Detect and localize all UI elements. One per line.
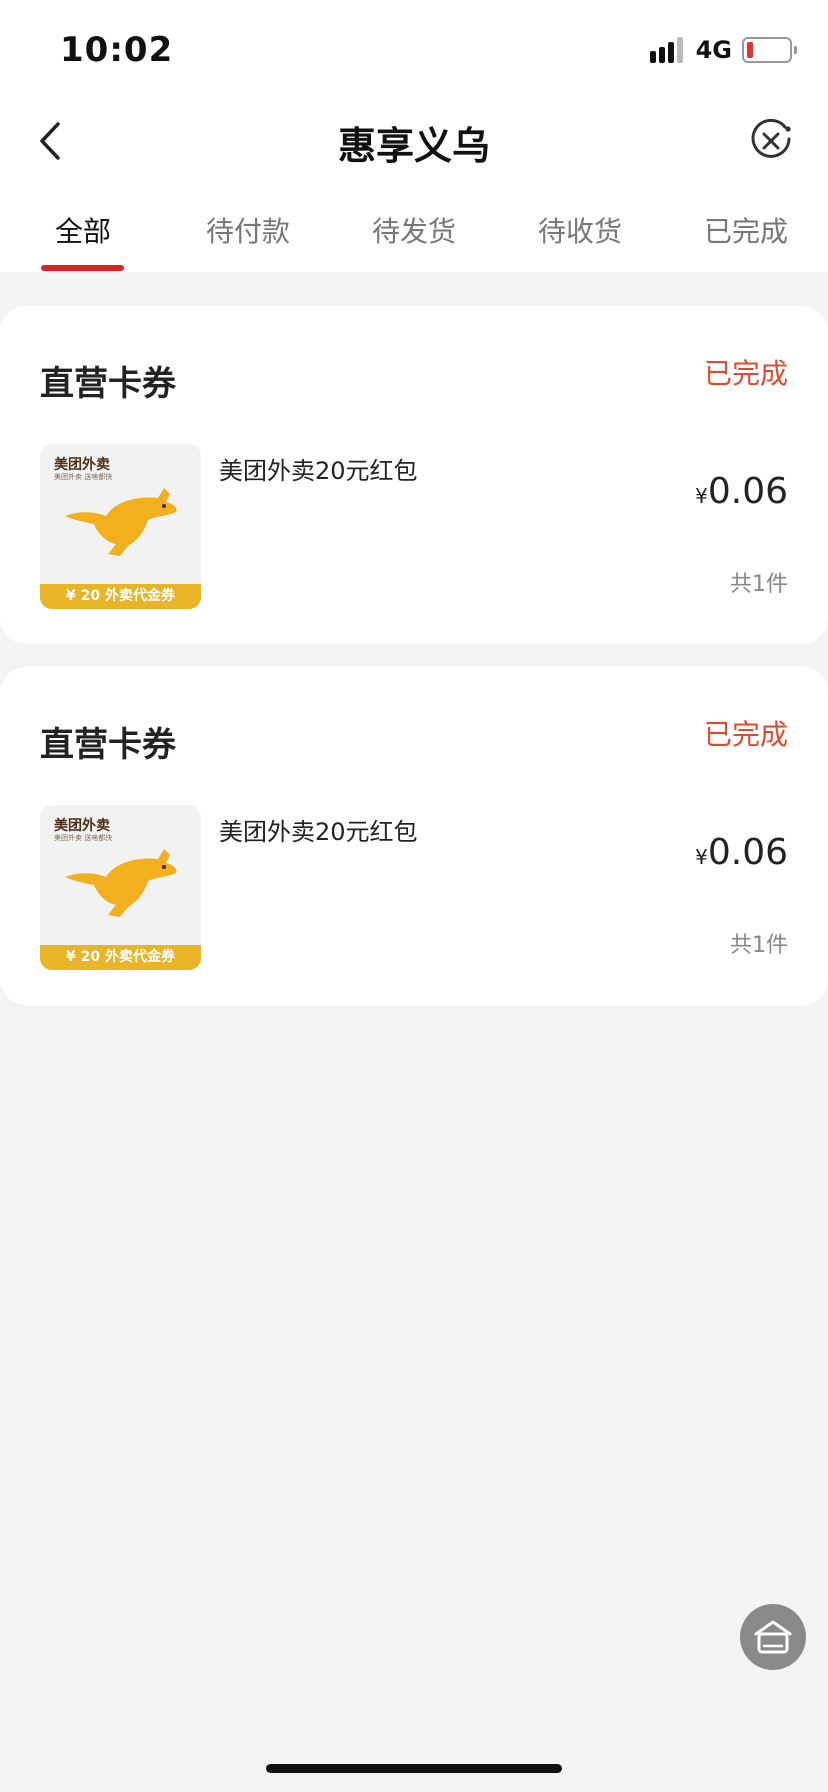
battery-icon bbox=[742, 37, 797, 63]
order-card[interactable]: 直营卡券 已完成 美团外卖 美团外卖 送啥都快 ¥ 20 外卖代金券 美团外卖2… bbox=[0, 306, 828, 644]
shop-name: 直营卡券 bbox=[40, 725, 176, 765]
order-tabs: 全部 待付款 待发货 待收货 已完成 bbox=[0, 200, 828, 272]
home-icon bbox=[754, 1620, 792, 1654]
order-status: 已完成 bbox=[703, 718, 788, 751]
page-title: 惠享义乌 bbox=[337, 124, 490, 168]
thumb-brand: 美团外卖 bbox=[54, 457, 110, 473]
price-amount: 0.06 bbox=[707, 471, 788, 512]
network-type: 4G bbox=[695, 36, 732, 64]
thumb-voucher-band: ¥ 20 外卖代金券 bbox=[40, 945, 201, 970]
shop-name: 直营卡券 bbox=[40, 364, 176, 404]
status-time: 10:02 bbox=[60, 30, 174, 70]
close-button[interactable] bbox=[748, 118, 794, 164]
item-name: 美团外卖20元红包 bbox=[219, 457, 418, 485]
home-indicator bbox=[266, 1764, 562, 1773]
price-amount: 0.06 bbox=[707, 832, 788, 873]
item-name: 美团外卖20元红包 bbox=[219, 818, 418, 846]
thumb-tagline: 美团外卖 送啥都快 bbox=[54, 834, 113, 842]
active-tab-indicator bbox=[41, 265, 124, 271]
item-price: ¥0.06 bbox=[695, 471, 788, 512]
item-price: ¥0.06 bbox=[695, 832, 788, 873]
item-quantity: 共1件 bbox=[730, 933, 788, 958]
tab-pending-shipment[interactable]: 待发货 bbox=[372, 210, 456, 250]
status-indicators: 4G bbox=[649, 36, 797, 64]
tab-all[interactable]: 全部 bbox=[55, 210, 111, 250]
thumb-voucher-band: ¥ 20 外卖代金券 bbox=[40, 584, 201, 609]
floating-home-button[interactable] bbox=[740, 1604, 806, 1670]
product-image[interactable]: 美团外卖 美团外卖 送啥都快 ¥ 20 外卖代金券 bbox=[40, 444, 201, 609]
kangaroo-icon bbox=[65, 488, 177, 556]
signal-icon bbox=[649, 37, 686, 63]
product-image[interactable]: 美团外卖 美团外卖 送啥都快 ¥ 20 外卖代金券 bbox=[40, 805, 201, 970]
tab-pending-payment[interactable]: 待付款 bbox=[206, 210, 290, 250]
tab-pending-receipt[interactable]: 待收货 bbox=[538, 210, 622, 250]
kangaroo-icon bbox=[65, 849, 177, 917]
currency-symbol: ¥ bbox=[695, 484, 708, 508]
close-circle-icon bbox=[751, 118, 791, 158]
top-bar: 10:02 4G 惠享义乌 全部 待付款 待发货 待收货 已完成 bbox=[0, 0, 828, 272]
currency-symbol: ¥ bbox=[695, 845, 708, 869]
order-status: 已完成 bbox=[703, 357, 788, 390]
thumb-brand: 美团外卖 bbox=[54, 818, 110, 834]
item-quantity: 共1件 bbox=[730, 572, 788, 597]
order-card[interactable]: 直营卡券 已完成 美团外卖 美团外卖 送啥都快 ¥ 20 外卖代金券 美团外卖2… bbox=[0, 667, 828, 1005]
thumb-tagline: 美团外卖 送啥都快 bbox=[54, 473, 113, 481]
tab-completed[interactable]: 已完成 bbox=[704, 210, 788, 250]
